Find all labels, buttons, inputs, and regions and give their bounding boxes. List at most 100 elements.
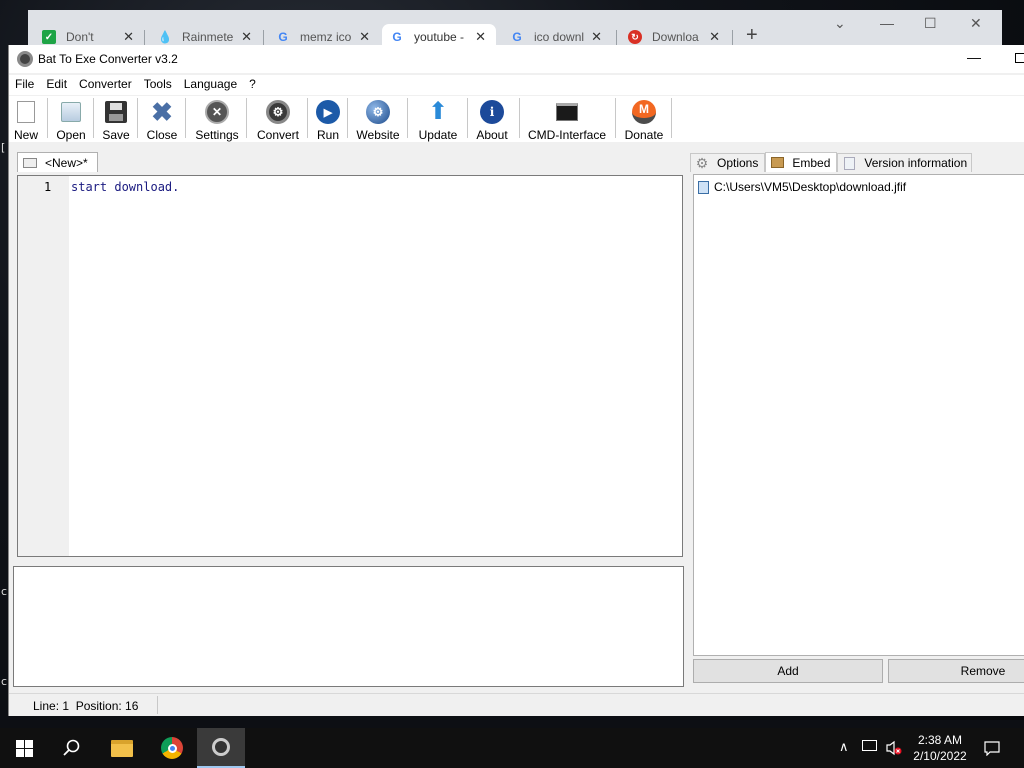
gear-icon: ⚙ xyxy=(265,99,291,125)
tab-embed[interactable]: Embed xyxy=(765,152,838,172)
menu-help[interactable]: ? xyxy=(243,75,262,95)
browser-tab-title: Rainmete xyxy=(182,30,234,44)
taskbar: ∧ 2:38 AM 2/10/2022 xyxy=(0,728,1024,768)
toolbar: New Open Save ✖ Close ✕ Settings ⚙ Conve… xyxy=(9,96,1024,142)
embed-file-path: C:\Users\VM5\Desktop\download.jfif xyxy=(714,180,907,194)
notification-button[interactable] xyxy=(976,728,1008,768)
menu-language[interactable]: Language xyxy=(178,75,243,95)
new-button[interactable]: New xyxy=(11,96,41,142)
browser-tab-title: youtube - xyxy=(414,30,465,44)
convert-button-label: Convert xyxy=(256,128,300,142)
menu-tools[interactable]: Tools xyxy=(138,75,178,95)
update-button-label: Update xyxy=(418,128,458,142)
file-explorer-button[interactable] xyxy=(98,728,146,768)
cmd-interface-button-label: CMD-Interface xyxy=(527,128,607,142)
start-button[interactable] xyxy=(0,728,48,768)
chrome-button[interactable] xyxy=(148,728,196,768)
right-panel-tabs: ⚙ Options Embed Version information xyxy=(690,152,973,172)
output-panel[interactable] xyxy=(13,566,684,687)
browser-window: ✓ Don't ✕ 💧 Rainmete ✕ G memz ico ✕ G yo… xyxy=(28,10,1002,50)
menu-edit[interactable]: Edit xyxy=(40,75,73,95)
settings-button[interactable]: ✕ Settings xyxy=(193,96,241,142)
menu-converter[interactable]: Converter xyxy=(73,75,138,95)
maximize-button[interactable] xyxy=(1015,53,1024,63)
browser-close-button[interactable]: ✕ xyxy=(970,15,982,32)
windows-icon xyxy=(15,739,33,757)
checkbox-icon: ✓ xyxy=(42,30,56,44)
gear-icon xyxy=(212,738,230,756)
clock-date: 2/10/2022 xyxy=(913,749,967,763)
tab-options[interactable]: ⚙ Options xyxy=(690,153,766,172)
package-icon xyxy=(770,156,784,170)
code-editor[interactable]: 1 start download. xyxy=(17,175,683,557)
search-icon xyxy=(63,739,80,756)
network-icon[interactable] xyxy=(862,740,877,751)
chevron-down-icon[interactable]: ⌄ xyxy=(834,15,846,32)
close-icon[interactable]: ✕ xyxy=(359,29,370,45)
play-icon: ▶ xyxy=(315,99,341,125)
chevron-up-icon[interactable]: ∧ xyxy=(839,739,849,755)
browser-tab-title: ico downl xyxy=(534,30,584,44)
about-button-label: About xyxy=(476,128,508,142)
remove-button[interactable]: Remove xyxy=(888,659,1024,683)
folder-icon xyxy=(111,739,133,757)
open-button[interactable]: Open xyxy=(53,96,89,142)
tab-version-label: Version information xyxy=(864,156,968,170)
list-item[interactable]: C:\Users\VM5\Desktop\download.jfif xyxy=(698,180,906,194)
update-button[interactable]: ⬆ Update xyxy=(413,96,463,143)
arrow-up-icon: ⬆ xyxy=(427,98,449,125)
info-icon: i xyxy=(479,99,505,125)
run-button-label: Run xyxy=(316,128,339,142)
run-button[interactable]: ▶ Run xyxy=(313,96,343,142)
close-icon[interactable]: ✕ xyxy=(123,29,134,45)
browser-maximize-button[interactable]: ☐ xyxy=(924,15,937,32)
system-clock[interactable]: 2:38 AM 2/10/2022 xyxy=(910,732,970,764)
download-site-icon: ↻ xyxy=(628,30,642,44)
open-folder-icon xyxy=(58,99,84,125)
google-icon: G xyxy=(512,30,522,44)
bat-to-exe-taskbar-button[interactable] xyxy=(197,728,245,768)
website-button-label: Website xyxy=(356,128,400,142)
volume-muted-icon[interactable] xyxy=(886,740,902,759)
code-line[interactable]: start download. xyxy=(71,180,179,194)
close-icon[interactable]: ✕ xyxy=(241,29,252,45)
notification-icon xyxy=(984,741,1000,756)
editor-tab-label: <New>* xyxy=(45,155,88,170)
convert-button[interactable]: ⚙ Convert xyxy=(253,96,303,142)
floppy-disk-icon xyxy=(103,99,129,125)
settings-icon: ✕ xyxy=(204,99,230,125)
browser-tab-title: memz ico xyxy=(300,30,352,44)
desktop-text: [ xyxy=(1,141,6,154)
close-icon[interactable]: ✕ xyxy=(709,29,720,45)
close-button[interactable]: ✖ Close xyxy=(143,96,181,142)
editor-tab[interactable]: <New>* xyxy=(17,152,98,172)
cmd-interface-button[interactable]: CMD-Interface xyxy=(525,96,609,142)
tab-embed-label: Embed xyxy=(792,155,831,170)
clock-time: 2:38 AM xyxy=(917,733,963,747)
menu-file[interactable]: File xyxy=(9,75,40,95)
save-button[interactable]: Save xyxy=(99,96,133,142)
add-button[interactable]: Add xyxy=(693,659,883,683)
new-file-icon xyxy=(13,99,39,125)
line-number-gutter: 1 xyxy=(18,176,69,556)
close-icon[interactable]: ✕ xyxy=(475,29,486,45)
close-x-icon: ✖ xyxy=(151,97,173,127)
desktop-text: c xyxy=(1,585,8,598)
close-icon[interactable]: ✕ xyxy=(591,29,602,45)
embed-file-list[interactable]: C:\Users\VM5\Desktop\download.jfif xyxy=(693,174,1024,656)
status-bar: Line: 1 Position: 16 xyxy=(9,693,1024,716)
website-button[interactable]: ⚙ Website xyxy=(353,96,403,142)
google-icon: G xyxy=(392,30,402,44)
minimize-button[interactable]: — xyxy=(967,49,981,65)
browser-minimize-button[interactable]: — xyxy=(880,15,894,31)
about-button[interactable]: i About xyxy=(471,96,513,142)
chrome-icon xyxy=(161,737,183,759)
monero-icon: M xyxy=(631,99,657,125)
browser-tab-title: Don't xyxy=(66,30,94,44)
tab-options-label: Options xyxy=(717,156,759,170)
new-tab-button[interactable]: + xyxy=(746,25,758,45)
droplet-icon: 💧 xyxy=(157,30,173,44)
donate-button[interactable]: M Donate xyxy=(621,96,667,142)
tab-version-information[interactable]: Version information xyxy=(837,153,973,172)
search-button[interactable] xyxy=(48,728,96,768)
